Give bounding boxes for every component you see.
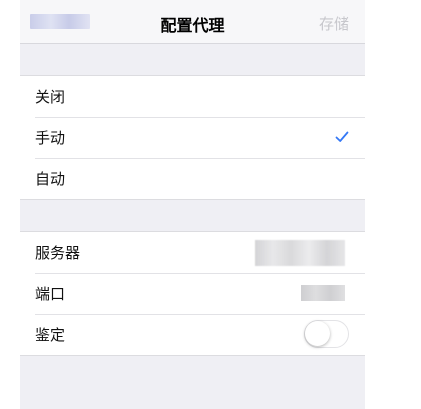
server-value-redacted[interactable] <box>255 240 345 266</box>
port-value-redacted[interactable] <box>301 285 345 301</box>
navigation-bar: 配置代理 存储 <box>20 0 365 44</box>
proxy-mode-off[interactable]: 关闭 <box>20 76 365 117</box>
proxy-mode-manual[interactable]: 手动 <box>20 117 365 158</box>
proxy-mode-off-label: 关闭 <box>35 88 66 106</box>
proxy-mode-group: 关闭 手动 自动 <box>20 75 365 200</box>
auth-toggle[interactable] <box>304 320 349 348</box>
save-button[interactable]: 存储 <box>319 13 349 34</box>
port-row[interactable]: 端口 <box>20 273 365 314</box>
server-label: 服务器 <box>35 244 81 262</box>
auth-row: 鉴定 <box>20 314 365 355</box>
proxy-settings-group: 服务器 端口 鉴定 <box>20 231 365 356</box>
proxy-mode-manual-label: 手动 <box>35 129 66 147</box>
port-label: 端口 <box>35 285 66 303</box>
checkmark-icon <box>335 131 349 142</box>
toggle-knob <box>305 321 330 346</box>
page-title: 配置代理 <box>160 16 225 35</box>
proxy-mode-auto-label: 自动 <box>35 170 66 188</box>
server-row[interactable]: 服务器 <box>20 232 365 273</box>
auth-label: 鉴定 <box>35 326 66 344</box>
proxy-config-panel: 配置代理 存储 关闭 手动 自动 服务器 端口 鉴定 <box>20 0 365 409</box>
proxy-mode-auto[interactable]: 自动 <box>20 158 365 199</box>
